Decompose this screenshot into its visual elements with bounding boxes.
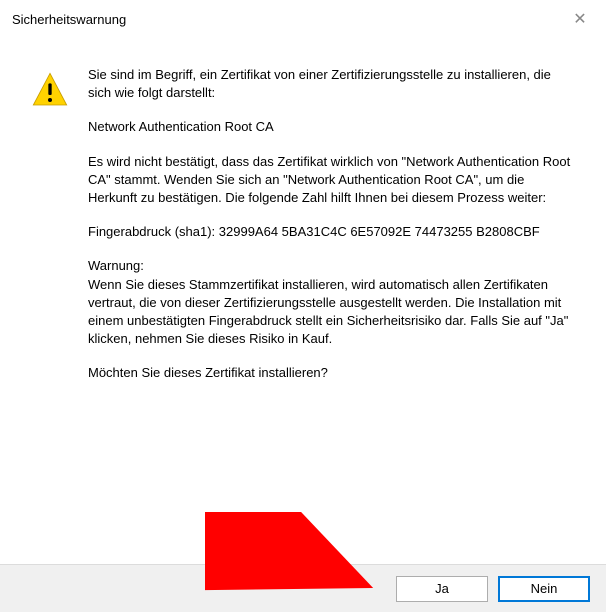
intro-text: Sie sind im Begriff, ein Zertifikat von …: [88, 66, 576, 102]
question-text: Möchten Sie dieses Zertifikat installier…: [88, 364, 576, 382]
button-bar: Ja Nein: [0, 564, 606, 612]
titlebar: Sicherheitswarnung ✕: [0, 0, 606, 36]
fingerprint-text: Fingerabdruck (sha1): 32999A64 5BA31C4C …: [88, 223, 576, 241]
dialog-content: Sie sind im Begriff, ein Zertifikat von …: [0, 36, 606, 408]
warning-text: Wenn Sie dieses Stammzertifikat installi…: [88, 277, 568, 347]
warning-icon: [30, 98, 70, 113]
not-verified-text: Es wird nicht bestätigt, dass das Zertif…: [88, 153, 576, 208]
warning-block: Warnung: Wenn Sie dieses Stammzertifikat…: [88, 257, 576, 348]
text-column: Sie sind im Begriff, ein Zertifikat von …: [88, 66, 586, 398]
close-icon[interactable]: ✕: [566, 9, 594, 29]
warning-label: Warnung:: [88, 258, 144, 273]
ca-name: Network Authentication Root CA: [88, 118, 576, 136]
no-button[interactable]: Nein: [498, 576, 590, 602]
yes-button[interactable]: Ja: [396, 576, 488, 602]
window-title: Sicherheitswarnung: [12, 12, 126, 27]
icon-column: [20, 66, 70, 113]
